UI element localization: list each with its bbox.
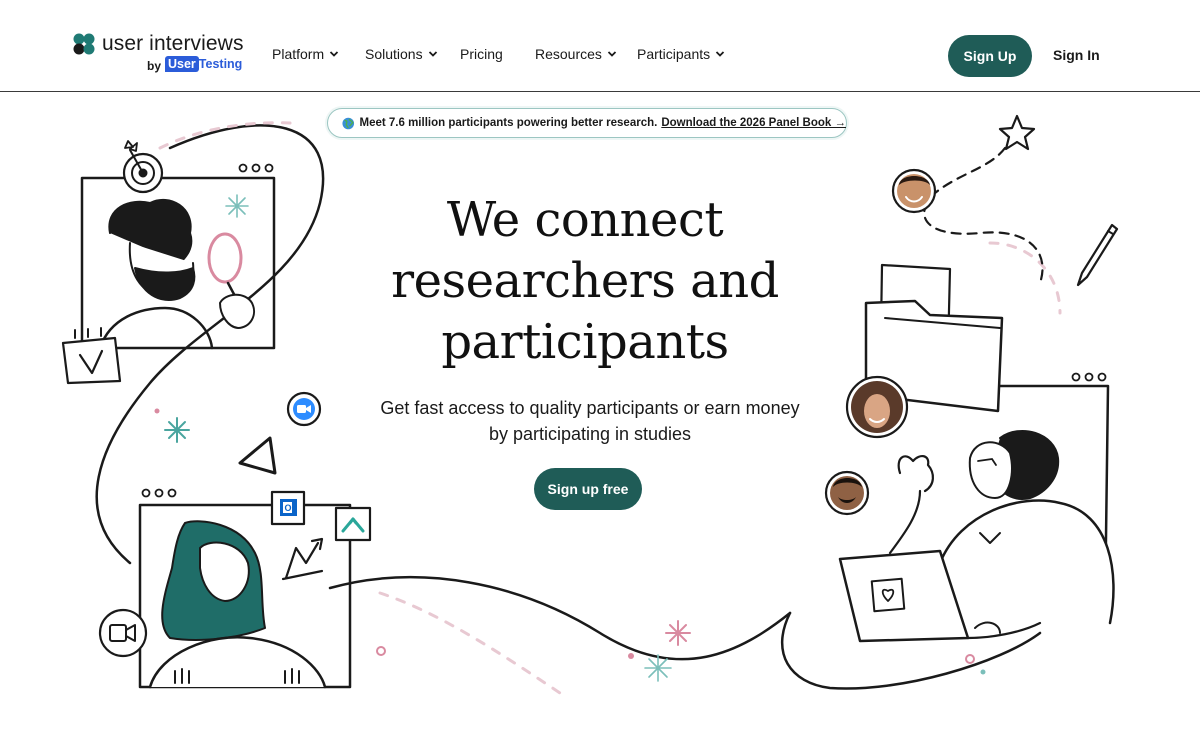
sparkle-icon [665,620,691,646]
window-researcher [80,163,276,350]
pink-dashes-right [988,241,1062,315]
brand-logo[interactable]: user interviews by User Testing [72,32,252,82]
flow-line-left [95,124,325,565]
site-header: user interviews by User Testing Platform … [0,0,1200,92]
nav-item-platform[interactable]: Platform [272,46,339,62]
pencil-icon [1076,223,1119,287]
chevron-down-icon [607,51,617,57]
zoom-icon [286,391,322,427]
nav-item-participants[interactable]: Participants [637,46,725,62]
brand-name: user interviews [102,32,244,55]
window-frame-right [998,384,1110,615]
person-with-laptop [838,429,1115,643]
nav-item-label: Participants [637,46,711,62]
sparkle-icon [225,194,249,218]
usertesting-logo: User Testing [165,56,243,72]
banner-download-link[interactable]: Download the 2026 Panel Book → [661,117,846,129]
flow-line-bottom [328,576,792,661]
avatar-man-top [891,168,937,214]
svg-text:O: O [285,503,292,513]
nav-item-label: Platform [272,46,325,62]
pink-dashes-left [158,121,292,150]
nav-item-pricing[interactable]: Pricing [460,46,503,62]
sparkle-icon [644,654,672,682]
window-participant-woman [138,488,352,689]
flow-line-right [780,611,1042,690]
dashed-path [923,146,1044,285]
nav-item-resources[interactable]: Resources [535,46,617,62]
globe-icon [342,117,355,129]
heart-icon [881,588,895,602]
avatar-woman [845,375,909,439]
chevron-down-icon [329,51,339,57]
nav-item-label: Pricing [460,46,503,62]
signin-link[interactable]: Sign In [1053,47,1100,63]
avatar-man-bottom [824,470,870,516]
folder-icon [864,263,1004,413]
announcement-banner[interactable]: Meet 7.6 million participants powering b… [327,108,847,138]
video-camera-icon [98,608,148,658]
target-icon [122,140,164,194]
hero-title-line: We connect [446,192,724,248]
signup-free-button[interactable]: Sign up free [534,468,642,510]
usertesting-user: User [165,56,199,72]
usertesting-testing: Testing [198,57,243,71]
nav-item-solutions[interactable]: Solutions [365,46,438,62]
star-icon [998,114,1036,151]
ms-teams-icon [334,506,372,542]
brand-by: by [147,59,162,73]
chevron-down-icon [428,51,437,57]
play-triangle-icon [238,436,277,475]
nav-item-label: Solutions [365,46,423,62]
calendar-icon [61,327,122,385]
hero-title-line: researchers and [391,253,779,309]
nav-item-label: Resources [535,46,602,62]
logo-mark-icon [73,33,95,55]
page: user interviews by User Testing Platform … [0,0,1200,750]
hero-subtitle: Get fast access to quality participants … [380,398,800,444]
signup-button[interactable]: Sign Up [948,35,1032,77]
chevron-down-icon [716,51,725,57]
pink-dashes-bottom [378,591,562,695]
trend-chart-icon [281,537,324,581]
outlook-icon: O [270,490,306,526]
banner-text: Meet 7.6 million participants powering b… [359,117,658,129]
sparkle-icon [164,417,190,443]
hero-title: We connect researchers and participants [340,190,830,373]
hero-title-line: participants [441,314,729,370]
